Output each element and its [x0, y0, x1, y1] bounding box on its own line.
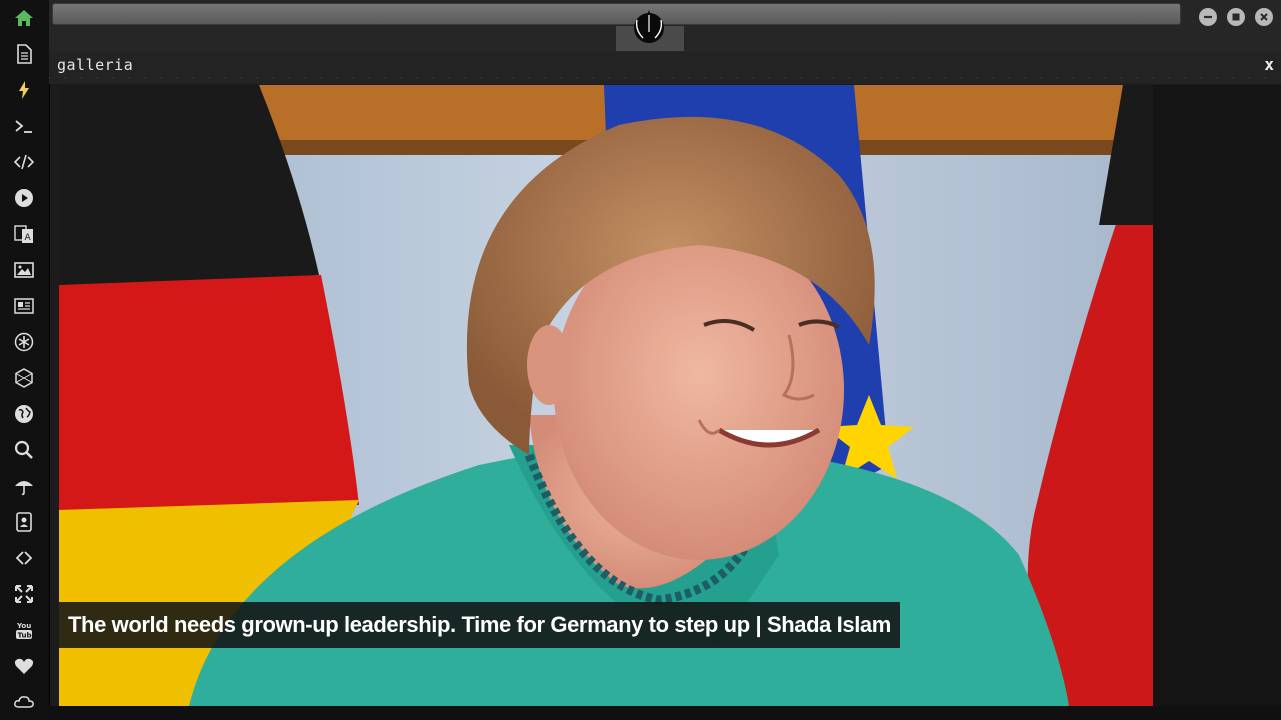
right-edge [1153, 85, 1281, 706]
newspaper-icon[interactable] [13, 295, 35, 317]
expand-icon[interactable] [13, 583, 35, 605]
title-bar-track[interactable] [52, 3, 1181, 25]
search-icon[interactable] [13, 439, 35, 461]
rebel-alliance-logo-icon [634, 10, 664, 43]
umbrella-icon[interactable] [13, 475, 35, 497]
bottom-bar [49, 706, 1281, 720]
panel-close-button[interactable]: x [1264, 55, 1274, 74]
contact-icon[interactable] [13, 511, 35, 533]
youtube-icon[interactable]: You Tube [13, 619, 35, 641]
panel-title: galleria [57, 56, 134, 74]
play-icon[interactable] [13, 187, 35, 209]
minimize-icon[interactable] [1199, 8, 1217, 26]
code-icon[interactable] [13, 151, 35, 173]
translate-icon[interactable]: A [13, 223, 35, 245]
terminal-icon[interactable] [13, 115, 35, 137]
globe-icon[interactable] [13, 403, 35, 425]
close-icon[interactable] [1255, 8, 1273, 26]
maximize-icon[interactable] [1227, 8, 1245, 26]
divider [49, 77, 1281, 79]
hexagon-icon[interactable] [13, 367, 35, 389]
link-icon[interactable] [13, 547, 35, 569]
image-icon[interactable] [13, 259, 35, 281]
top-bar [49, 0, 1281, 52]
panel-header: galleria x [49, 52, 1281, 84]
document-icon[interactable] [13, 43, 35, 65]
lightning-icon[interactable] [13, 79, 35, 101]
home-icon[interactable] [13, 7, 35, 29]
sidebar: A You Tube [0, 0, 50, 720]
cloud-icon[interactable] [13, 691, 35, 713]
svg-text:Tube: Tube [18, 632, 35, 640]
svg-text:You: You [16, 622, 31, 630]
svg-text:A: A [25, 233, 32, 243]
image-caption: The world needs grown-up leadership. Tim… [59, 602, 900, 648]
asterisk-icon[interactable] [13, 331, 35, 353]
heart-icon[interactable] [13, 655, 35, 677]
